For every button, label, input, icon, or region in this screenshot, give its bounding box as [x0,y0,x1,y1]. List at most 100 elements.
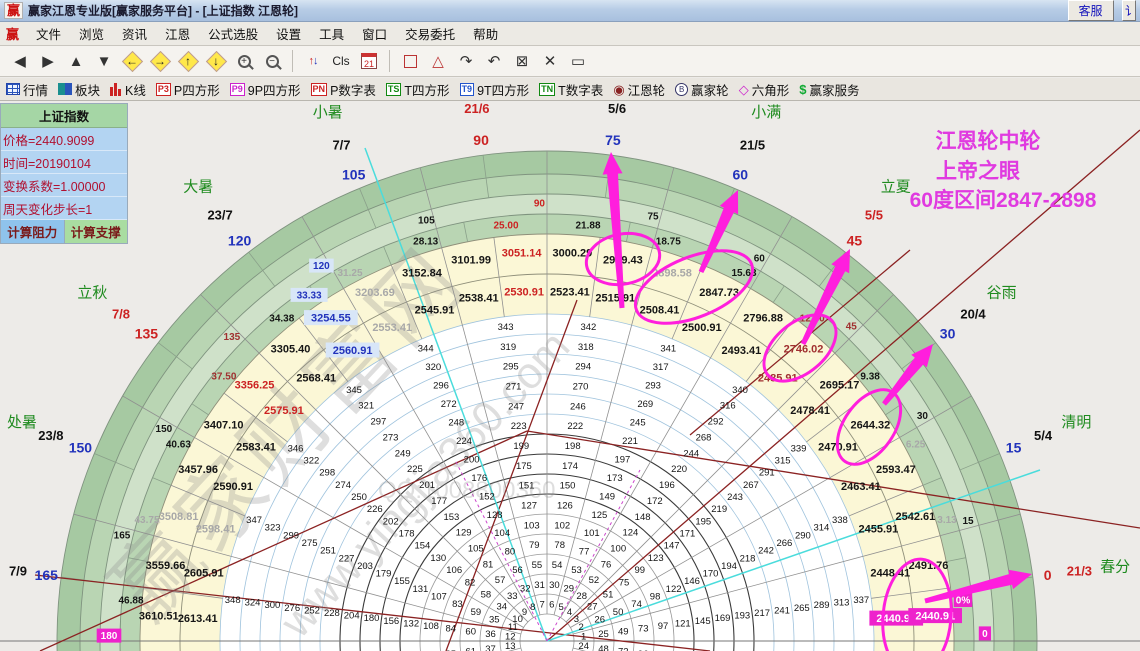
svg-text:56: 56 [512,565,523,576]
svg-text:129: 129 [456,528,472,539]
toolbar-item-t-square[interactable]: TS T四方形 [385,80,450,99]
svg-text:180: 180 [364,613,380,624]
svg-text:220: 220 [671,464,687,475]
toolbar-item-winner-service[interactable]: $ 赢家服务 [799,80,859,99]
grid-icon [6,83,20,95]
svg-text:0: 0 [1044,567,1052,583]
cls-button[interactable]: Cls [328,49,354,73]
rotate-cw-icon[interactable]: ↷ [453,49,479,73]
diamond-left-arrow[interactable]: ← [119,49,145,73]
svg-text:7/7: 7/7 [332,137,350,152]
diamond-right-arrow[interactable]: → [147,49,173,73]
toolbar-item-t-table[interactable]: TN T数字表 [539,80,603,99]
svg-text:23/7: 23/7 [207,208,232,223]
svg-text:50: 50 [613,607,624,618]
updown-marker-icon[interactable]: ↑ ↓ [300,49,326,73]
toolbar-item-label: 9P四方形 [247,83,301,98]
toolbar-item-kline[interactable]: K线 [110,80,146,99]
menu-item-6[interactable]: 工具 [310,22,353,45]
menu-item-8[interactable]: 交易委托 [396,22,464,45]
svg-text:249: 249 [395,448,411,459]
views-toolbar: 行情 板块 K线 P3 P四方形 P9 9P四方形 PN P数字表 TS T四方形 T9 9T四方形 TN… [0,78,1140,101]
candles-icon [110,82,122,96]
rotate-ccw-icon[interactable]: ↶ [481,49,507,73]
service-button[interactable]: 客服 [1067,0,1114,21]
square-tool-icon[interactable] [397,49,423,73]
svg-text:3610.51: 3610.51 [139,610,179,622]
svg-text:294: 294 [575,362,591,373]
svg-text:128: 128 [487,510,503,521]
svg-text:24: 24 [578,641,589,651]
svg-text:337: 337 [853,595,869,606]
svg-text:227: 227 [339,553,355,564]
blocks-icon [58,83,73,95]
toolbar-item-p-table[interactable]: PN P数字表 [310,80,376,99]
toolbar-item-gann-wheel[interactable]: ◉ 江恩轮 [613,80,665,99]
menu-item-0[interactable]: 文件 [27,22,70,45]
svg-text:342: 342 [580,322,596,333]
svg-text:146: 146 [684,576,700,587]
svg-text:大暑: 大暑 [183,179,213,196]
up-arrow[interactable]: ▲ [63,49,89,73]
svg-text:98: 98 [650,592,661,603]
svg-text:75: 75 [619,577,630,588]
collapse-arrows-icon[interactable]: ✕ [537,49,563,73]
drawing-toolbar: ◀ ▶ ▲ ▼ ← → ↑ ↓ + − ↑ ↓ Cls 21 △ ↷ ↶ ⊠ ✕ ▭ [0,46,1140,77]
toolbar-item-label: K线 [125,83,146,98]
svg-text:195: 195 [695,516,711,527]
toolbar-item-sectors[interactable]: 板块 [58,80,100,99]
next-arrow[interactable]: ▶ [35,49,61,73]
menu-item-3[interactable]: 江恩 [156,22,199,45]
menu-item-1[interactable]: 浏览 [70,22,113,45]
menu-item-7[interactable]: 窗口 [353,22,396,45]
down-arrow[interactable]: ▼ [91,49,117,73]
calc-support-button[interactable]: 计算支撑 [64,220,127,243]
t-square-icon: TS [385,82,402,96]
menu-item-2[interactable]: 资讯 [113,22,156,45]
toolbar-item-9t-square[interactable]: T9 9T四方形 [459,80,530,99]
svg-text:319: 319 [500,342,516,353]
prev-arrow[interactable]: ◀ [7,49,33,73]
menu-item-5[interactable]: 设置 [267,22,310,45]
svg-text:3152.84: 3152.84 [402,268,443,280]
svg-text:2515.91: 2515.91 [595,293,635,305]
svg-text:90: 90 [534,199,546,210]
svg-text:217: 217 [754,608,770,619]
svg-text:2593.47: 2593.47 [876,464,916,476]
svg-text:2545.91: 2545.91 [415,304,455,316]
partial-edge-button[interactable]: 讠 [1122,0,1136,21]
menu-item-9[interactable]: 帮助 [464,22,507,45]
svg-text:251: 251 [320,546,336,557]
menu-item-4[interactable]: 公式选股 [199,22,267,45]
toolbar-item-label: 9T四方形 [477,83,530,98]
toolbar-item-9p-square[interactable]: P9 9P四方形 [229,80,301,99]
svg-text:2463.41: 2463.41 [841,481,881,493]
triangle-tool-icon[interactable]: △ [425,49,451,73]
zoom-out-icon[interactable]: − [259,49,285,73]
svg-text:2: 2 [579,622,584,633]
box-x-tool-icon[interactable]: ⊠ [509,49,535,73]
svg-text:小满: 小满 [751,104,781,121]
diamond-down-arrow[interactable]: ↓ [203,49,229,73]
svg-text:127: 127 [521,501,537,512]
svg-text:3: 3 [574,614,579,625]
svg-text:立秋: 立秋 [77,284,107,301]
zoom-in-icon[interactable]: + [231,49,257,73]
svg-text:0: 0 [982,629,988,640]
toolbar-item-hexagon[interactable]: ◇ 六角形 [739,80,790,99]
svg-text:347: 347 [246,515,262,526]
toolbar-item-quotes[interactable]: 行情 [6,80,48,99]
svg-text:21/3: 21/3 [1067,564,1092,579]
clear-board-icon[interactable]: ▭ [565,49,591,73]
toolbar-item-p-square[interactable]: P3 P四方形 [155,80,220,99]
calc-resistance-button[interactable]: 计算阻力 [1,220,65,243]
calendar-icon[interactable]: 21 [356,49,382,73]
svg-text:75: 75 [605,132,621,148]
svg-text:150: 150 [156,424,173,435]
diamond-up-arrow[interactable]: ↑ [175,49,201,73]
svg-text:269: 269 [637,399,653,410]
toolbar-item-winner-wheel[interactable]: B 赢家轮 [675,80,729,99]
svg-text:45: 45 [846,321,858,332]
svg-text:314: 314 [813,523,829,534]
toolbar-item-label: P四方形 [173,83,220,98]
